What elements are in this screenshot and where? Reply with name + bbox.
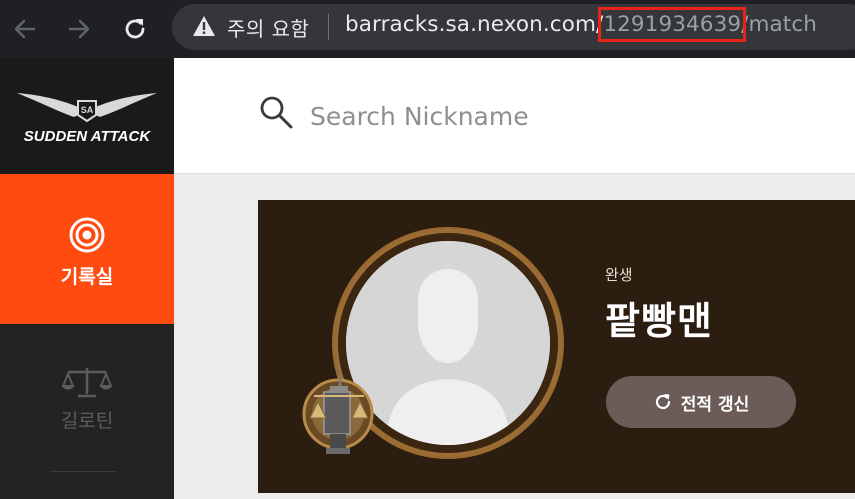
refresh-record-button[interactable]: 전적 갱신: [606, 376, 796, 428]
player-nickname: 팥빵맨: [605, 299, 713, 343]
svg-text:SUDDEN ATTACK: SUDDEN ATTACK: [24, 128, 152, 145]
back-button[interactable]: [8, 12, 42, 46]
refresh-button-label: 전적 갱신: [680, 394, 750, 415]
url-user-id: 1291934639: [598, 7, 747, 42]
search-bar: [174, 58, 855, 174]
target-icon: [64, 212, 110, 262]
warning-icon[interactable]: [192, 15, 216, 41]
sidebar-divider: [50, 471, 116, 472]
scales-icon: [61, 364, 113, 404]
sudden-attack-logo: SA SUDDEN ATTACK: [17, 93, 157, 145]
search-input[interactable]: [310, 96, 710, 136]
search-icon[interactable]: [258, 94, 294, 134]
rank-name: 완생: [605, 266, 633, 284]
omnibox-divider: [328, 14, 329, 40]
url-text[interactable]: barracks.sa.nexon.com/1291934639/match: [345, 7, 817, 42]
main-content: 완생 팥빵맨 전적 갱신: [174, 174, 855, 499]
arrow-left-icon: [14, 19, 36, 39]
security-warning-text[interactable]: 주의 요함: [227, 13, 309, 42]
browser-toolbar: 주의 요함 barracks.sa.nexon.com/1291934639/m…: [0, 0, 855, 58]
url-host: barracks.sa.nexon.com/: [345, 12, 604, 37]
arrow-right-icon: [68, 19, 90, 39]
svg-text:SA: SA: [81, 105, 94, 115]
sidebar-item-label: 길로틴: [60, 410, 114, 432]
profile-card: 완생 팥빵맨 전적 갱신: [258, 200, 855, 493]
rank-emblem-icon: [300, 362, 390, 462]
address-bar[interactable]: 주의 요함 barracks.sa.nexon.com/1291934639/m…: [172, 4, 855, 50]
url-path: /match: [741, 12, 817, 37]
site-logo[interactable]: SA SUDDEN ATTACK: [0, 58, 174, 174]
sidebar-item-label: 기록실: [60, 266, 114, 288]
sidebar: SA SUDDEN ATTACK 기록실 길로틴: [0, 58, 174, 499]
reload-icon: [125, 19, 145, 39]
sidebar-item-guillotine[interactable]: 길로틴: [0, 324, 174, 474]
refresh-icon: [655, 394, 670, 410]
reload-button[interactable]: [118, 12, 152, 46]
avatar-frame: [302, 222, 564, 464]
sidebar-item-records[interactable]: 기록실: [0, 174, 174, 324]
forward-button[interactable]: [62, 12, 96, 46]
